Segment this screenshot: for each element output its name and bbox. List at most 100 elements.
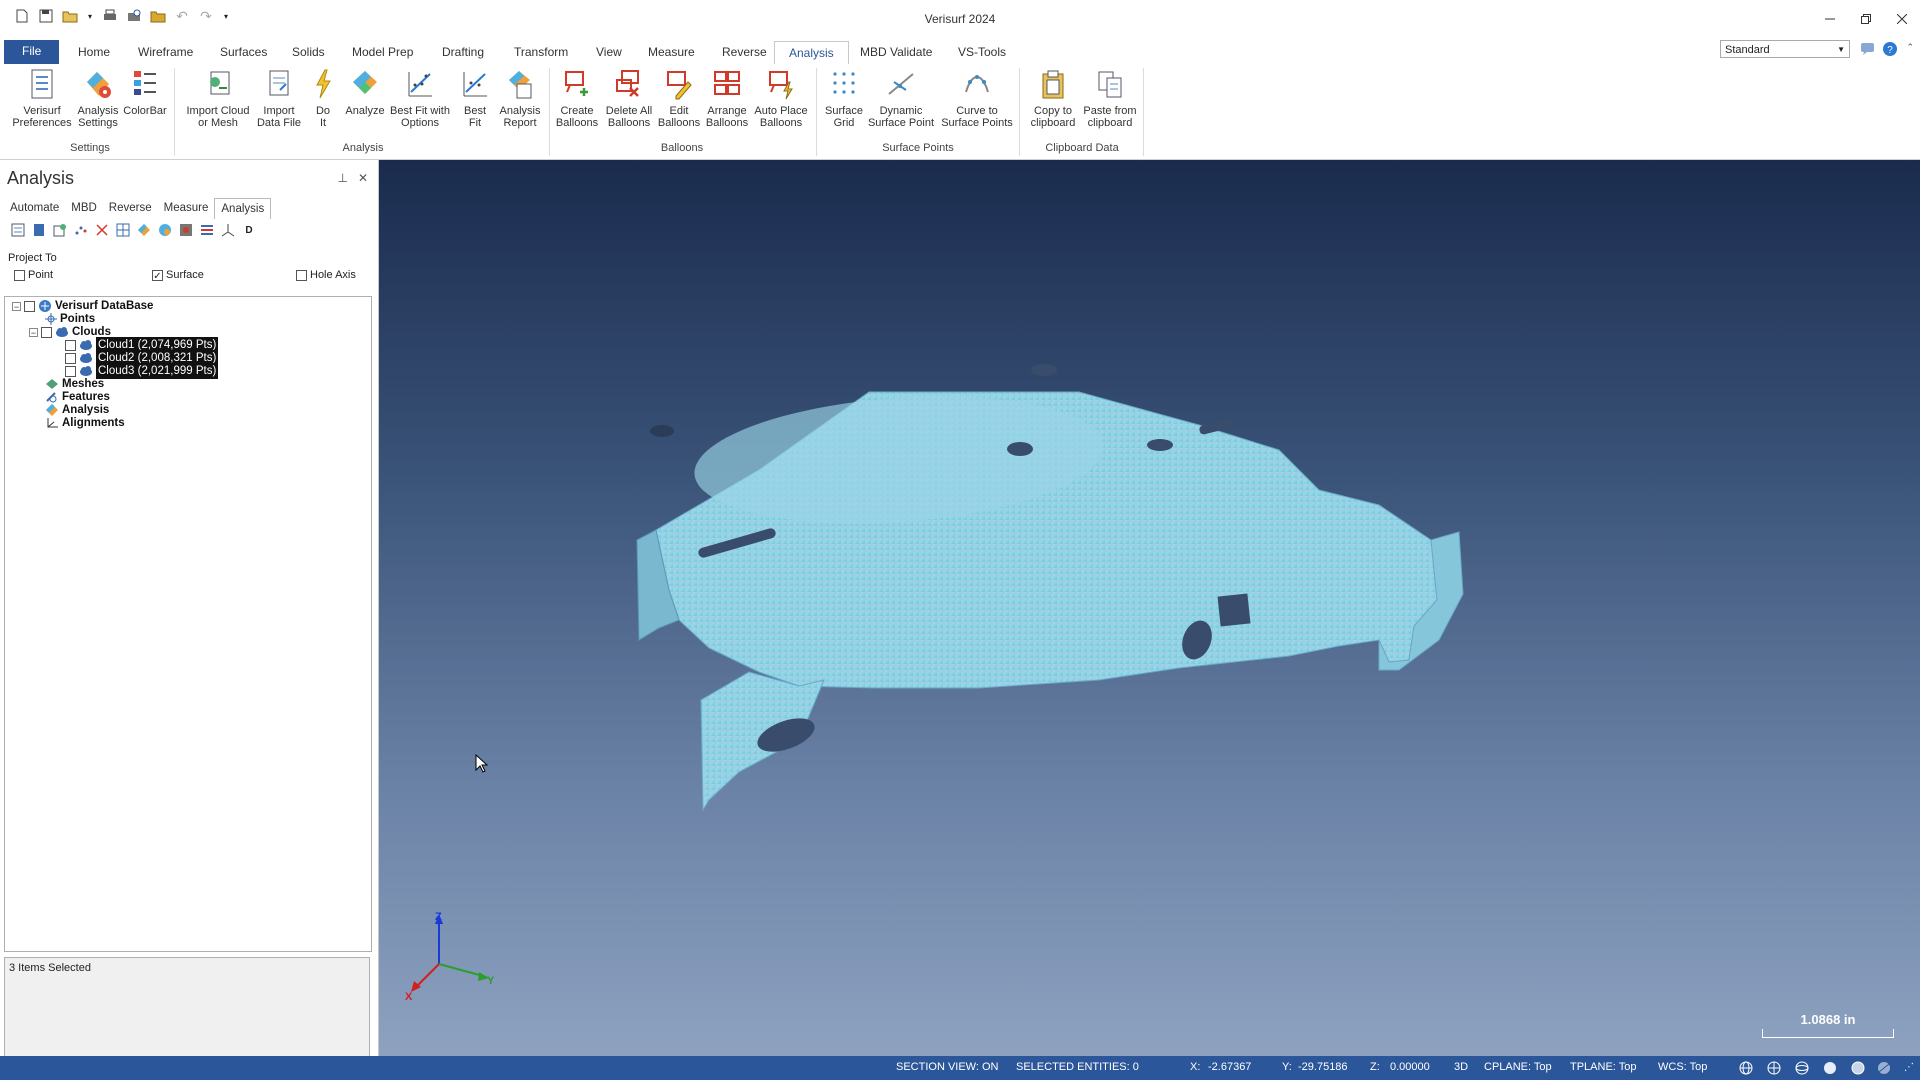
colorbar-button[interactable]: ColorBar [120,68,170,117]
analyze-small-icon[interactable] [136,222,152,238]
paste-from-clipboard-label: Paste from clipboard [1083,105,1137,129]
import-data-file-button[interactable]: Import Data File [254,68,304,129]
database-icon[interactable] [31,222,47,238]
do-it-icon [316,69,331,99]
verisurf-preferences-button[interactable]: Verisurf Preferences [10,68,74,129]
color-map-icon[interactable] [157,222,173,238]
edit-balloons-button[interactable]: Edit Balloons [656,68,702,129]
dynamic-surface-point-button[interactable]: Dynamic Surface Point [866,68,936,129]
collapse-ribbon-icon[interactable]: ⌃ [1906,42,1914,53]
delete-all-balloons-button[interactable]: Delete All Balloons [602,68,656,129]
tab-model-prep[interactable]: Model Prep [350,41,415,64]
database-tree: − Verisurf DataBase Points − Clouds Clou… [4,296,372,952]
tree-checkbox[interactable] [24,300,35,312]
tree-checkbox[interactable] [65,339,76,351]
project-to-label: Project To [8,252,57,264]
auto-place-balloons-button[interactable]: Auto Place Balloons [752,68,810,129]
tree-checkbox[interactable] [41,326,52,338]
translucent-sphere-icon[interactable] [1876,1060,1892,1076]
paste-from-clipboard-button[interactable]: Paste from clipboard [1080,68,1140,129]
globe-icon[interactable] [1738,1060,1754,1076]
panel-tab-reverse[interactable]: Reverse [103,198,158,218]
wireframe-sphere-icon[interactable] [1794,1060,1810,1076]
point-cloud-part[interactable] [379,160,1920,1056]
tab-drafting[interactable]: Drafting [440,41,486,64]
collapse-toggle-icon[interactable]: − [12,301,21,311]
tab-file[interactable]: File [4,40,60,64]
world-view-icon[interactable] [1766,1060,1782,1076]
pin-icon[interactable]: ⊥ [337,171,347,185]
minimize-icon[interactable] [1812,0,1848,38]
arrange-balloons-icon [714,71,740,95]
settings-small-icon[interactable] [178,222,194,238]
tab-solids[interactable]: Solids [290,41,327,64]
project-point-label: Point [28,269,54,281]
tplane-status[interactable]: TPLANE: Top [1570,1061,1636,1073]
close-panel-icon[interactable]: ✕ [358,171,368,185]
tab-view[interactable]: View [594,41,624,64]
shaded-sphere-icon[interactable] [1822,1060,1838,1076]
section-view-status[interactable]: SECTION VIEW: ON [896,1061,998,1073]
copy-to-clipboard-button[interactable]: Copy to clipboard [1024,68,1082,129]
tree-checkbox[interactable] [65,352,76,364]
tab-wireframe[interactable]: Wireframe [136,41,195,64]
project-hole-axis-option[interactable]: Hole Axis [296,269,356,281]
import-cloud-icon [210,71,230,95]
arrange-balloons-button[interactable]: Arrange Balloons [702,68,752,129]
panel-controls: ⊥ ✕ [337,171,368,185]
copy-icon [1042,70,1064,99]
grid-icon[interactable] [115,222,131,238]
best-fit-options-button[interactable]: Best Fit with Options [386,68,454,129]
z-coordinate-label: Z: [1370,1061,1380,1073]
report-icon[interactable] [10,222,26,238]
help-icon[interactable]: ? [1882,41,1898,60]
list-icon[interactable] [199,222,215,238]
panel-tab-automate[interactable]: Automate [4,198,65,218]
tab-mbd-validate[interactable]: MBD Validate [858,41,934,64]
project-point-checkbox[interactable] [14,269,25,281]
tab-surfaces[interactable]: Surfaces [218,41,269,64]
shaded-edges-sphere-icon[interactable] [1850,1060,1866,1076]
surface-grid-button[interactable]: Surface Grid [820,68,868,129]
tab-analysis[interactable]: Analysis [774,41,849,66]
analysis-report-button[interactable]: Analysis Report [494,68,546,129]
maximize-icon[interactable] [1848,0,1884,38]
tab-reverse[interactable]: Reverse [720,41,769,64]
tree-node-alignments[interactable]: Alignments [45,415,125,431]
view-mode-status[interactable]: 3D [1454,1061,1468,1073]
best-fit-button[interactable]: Best Fit [456,68,494,129]
scatter-icon[interactable] [73,222,89,238]
do-it-button[interactable]: Do It [307,68,339,129]
close-icon[interactable] [1884,0,1920,38]
import-icon[interactable] [52,222,68,238]
tree-checkbox[interactable] [65,365,76,377]
project-point-option[interactable]: Point [14,269,53,281]
window-controls [1812,0,1920,38]
collapse-toggle-icon[interactable]: − [29,327,38,337]
axis-icon[interactable] [220,222,236,238]
tab-measure[interactable]: Measure [646,41,697,64]
wcs-status[interactable]: WCS: Top [1658,1061,1707,1073]
curve-to-surface-points-button[interactable]: Curve to Surface Points [938,68,1016,129]
import-cloud-button[interactable]: Import Cloud or Mesh [180,68,256,129]
window-title: Verisurf 2024 [924,12,996,26]
workspace-select[interactable]: Standard ▼ [1720,40,1850,58]
trim-icon[interactable] [94,222,110,238]
tab-home[interactable]: Home [76,41,112,64]
graphics-viewport[interactable]: Z Y X 1.0868 in [379,160,1920,1056]
panel-tab-mbd[interactable]: MBD [65,198,103,218]
panel-tab-analysis[interactable]: Analysis [214,198,272,219]
project-surface-option[interactable]: ✓ Surface [152,269,204,282]
cplane-status[interactable]: CPLANE: Top [1484,1061,1552,1073]
best-fit-label: Best Fit [463,105,486,129]
comment-icon[interactable] [1860,42,1876,59]
project-surface-checkbox[interactable]: ✓ [152,269,163,282]
rename-icon[interactable]: D [241,222,257,238]
panel-tab-measure[interactable]: Measure [158,198,215,218]
project-hole-axis-checkbox[interactable] [296,269,307,281]
tab-vs-tools[interactable]: VS-Tools [956,41,1008,64]
analyze-button[interactable]: Analyze [342,68,388,117]
tab-transform[interactable]: Transform [512,41,570,64]
create-balloons-button[interactable]: Create Balloons [552,68,602,129]
resize-grip-icon[interactable]: ⋰ [1904,1062,1914,1073]
